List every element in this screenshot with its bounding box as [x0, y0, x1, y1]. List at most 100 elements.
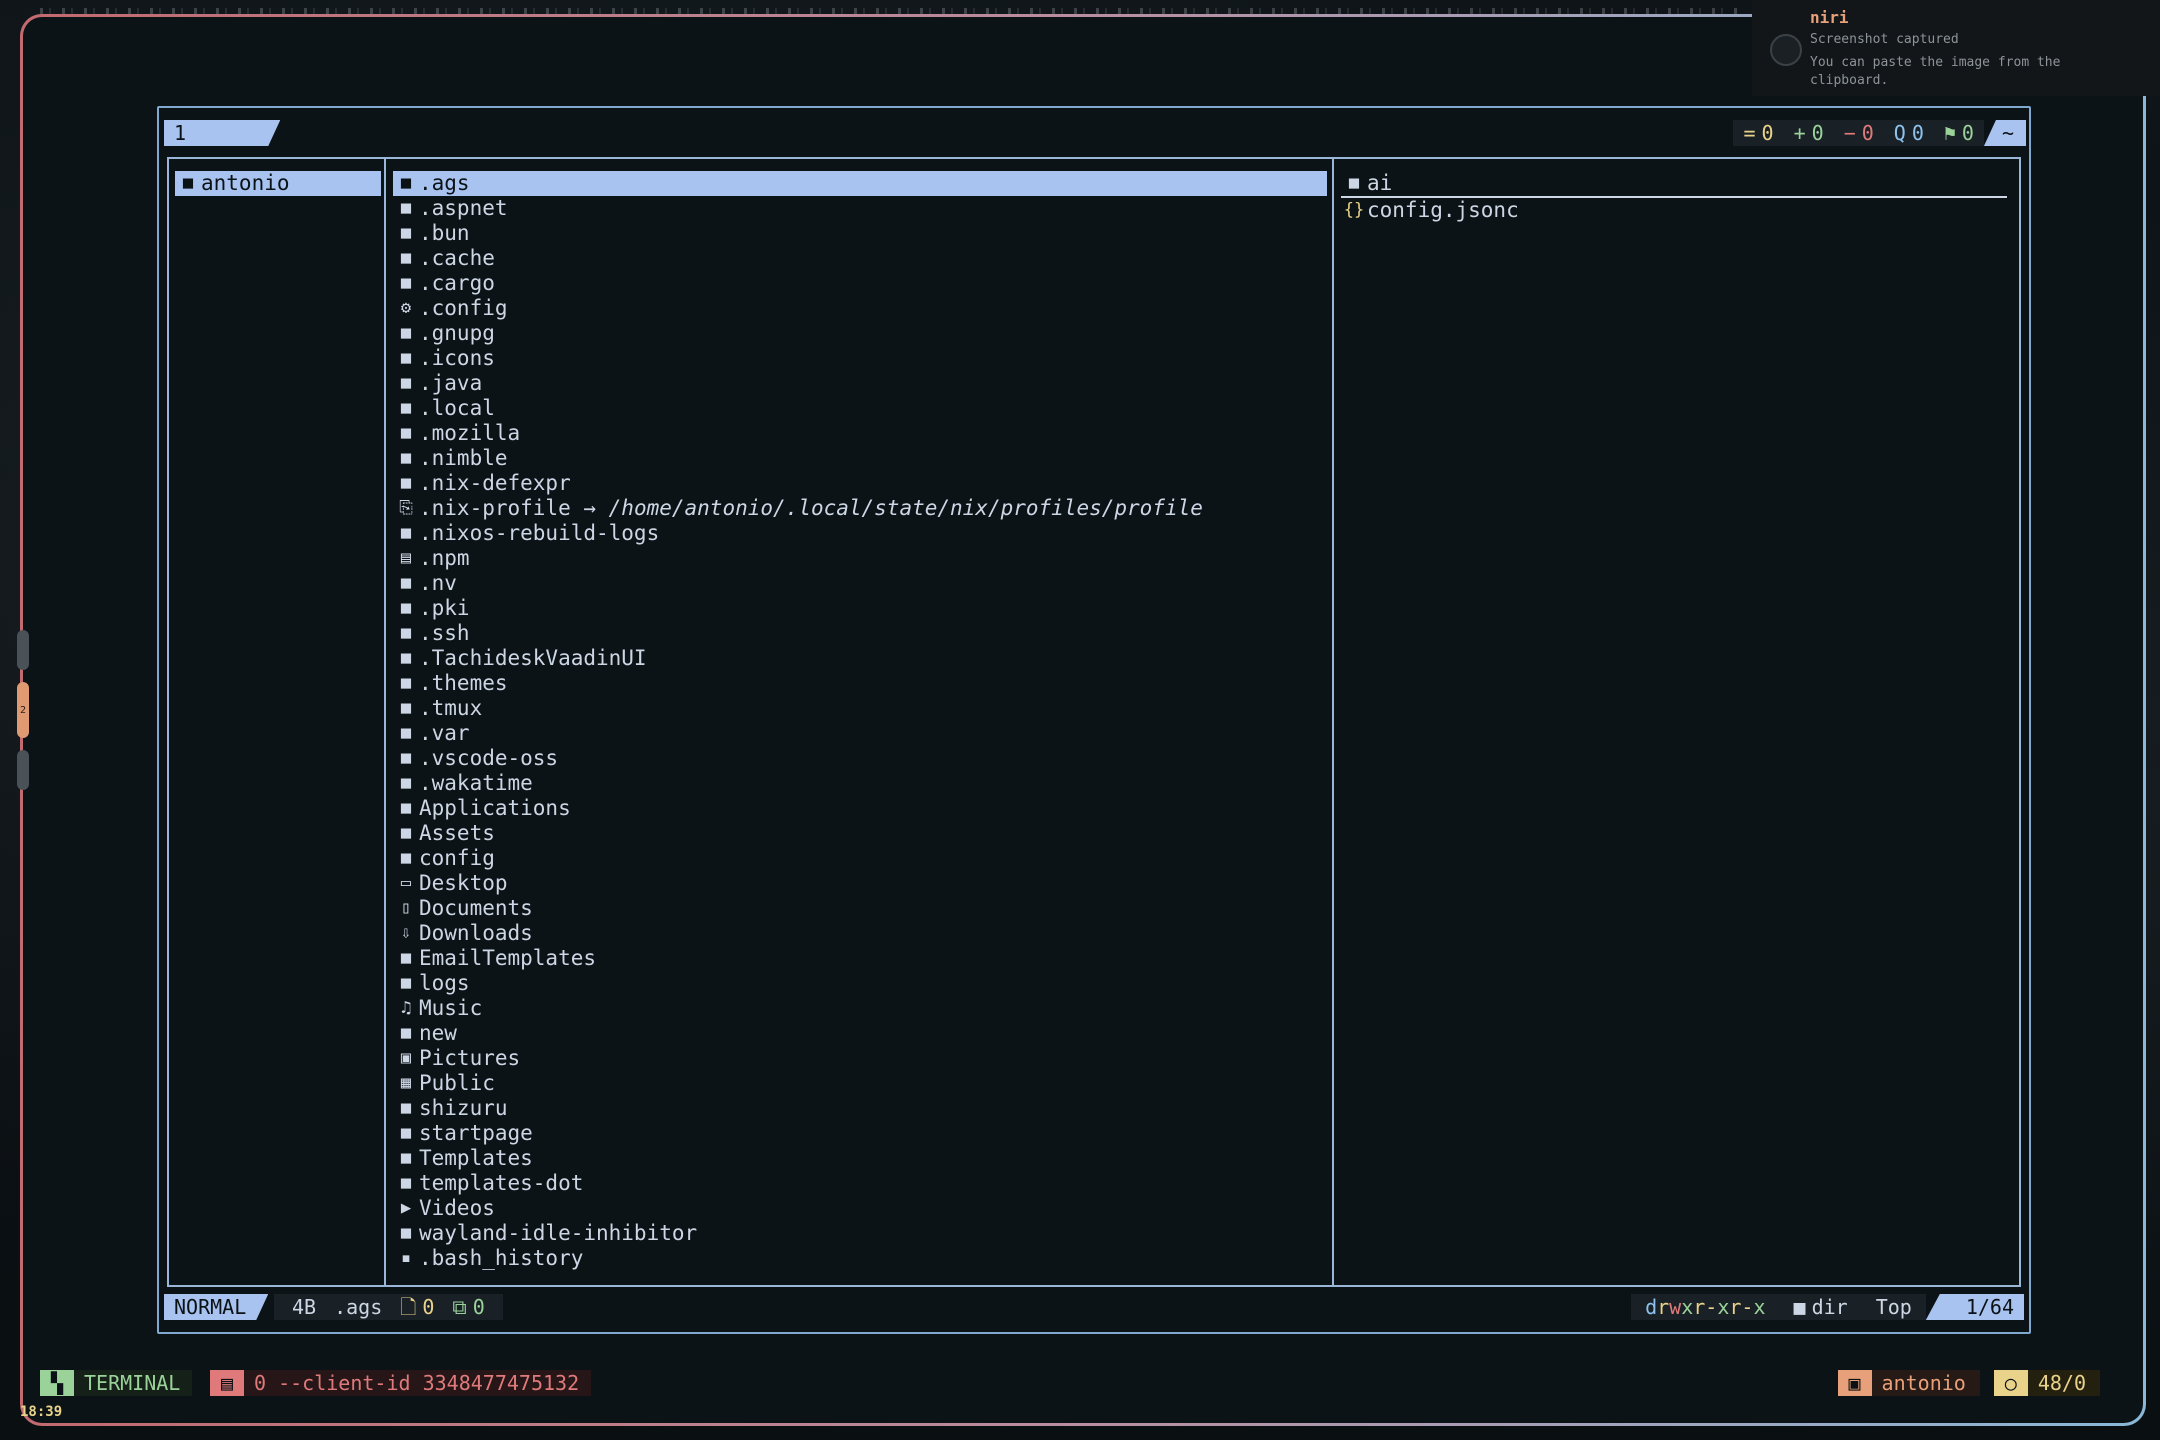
preview-entry[interactable]: {} config.jsonc: [1341, 198, 2007, 223]
file-entry[interactable]: ■ wayland-idle-inhibitor: [393, 1221, 1327, 1246]
file-entry[interactable]: ■ .nv: [393, 571, 1327, 596]
file-entry[interactable]: ▯ Documents: [393, 896, 1327, 921]
file-entry[interactable]: ■ .wakatime: [393, 771, 1327, 796]
panes-container: ■ antonio ■ .ags ■ .aspnet ■ .bun ■ .cache ■ .carg…: [167, 157, 2021, 1287]
file-entry[interactable]: ■ .themes: [393, 671, 1327, 696]
folder-icon: ■: [400, 1098, 412, 1118]
file-entry[interactable]: ■ .cache: [393, 246, 1327, 271]
symlink-arrow: →: [570, 496, 609, 520]
stat-icon: −: [1843, 121, 1856, 145]
folder-icon: ▪: [400, 1248, 412, 1268]
mode-indicator: NORMAL: [164, 1294, 268, 1320]
entry-name: .ssh: [419, 621, 470, 645]
client-label: 0 --client-id 3348477475132: [254, 1371, 580, 1395]
stat-icon: +: [1793, 121, 1806, 145]
entry-name: .nixos-rebuild-logs: [419, 521, 660, 545]
terminal-label: TERMINAL: [84, 1371, 181, 1395]
folder-icon: ■: [400, 748, 412, 768]
file-entry[interactable]: ■ .cargo: [393, 271, 1327, 296]
clock: 18:39: [20, 1404, 63, 1420]
file-entry[interactable]: ■ .mozilla: [393, 421, 1327, 446]
file-entry[interactable]: ■ .gnupg: [393, 321, 1327, 346]
status-right: d r w x r-x r-x ■ dir Top 1/64: [1631, 1294, 2024, 1320]
file-entry[interactable]: ■ .TachideskVaadinUI: [393, 646, 1327, 671]
folder-icon: ■: [400, 848, 412, 868]
circle-icon: ○: [1993, 1370, 2028, 1396]
file-name: .ags: [334, 1295, 383, 1319]
folder-icon: ■: [400, 1173, 412, 1193]
entry-name: .nimble: [419, 446, 508, 470]
entry-name: .cargo: [419, 271, 495, 295]
file-entry[interactable]: ■ Templates: [393, 1146, 1327, 1171]
notification-app-name: niri: [1810, 8, 1849, 27]
file-entry[interactable]: ■ .java: [393, 371, 1327, 396]
file-entry[interactable]: ▪ .bash_history: [393, 1246, 1327, 1271]
file-entry[interactable]: ■ shizuru: [393, 1096, 1327, 1121]
tmux-user: ▣ antonio: [1837, 1370, 1980, 1396]
stat-item: −0: [1833, 120, 1884, 146]
file-entry[interactable]: ■ .local: [393, 396, 1327, 421]
file-entry[interactable]: ▣ Pictures: [393, 1046, 1327, 1071]
scroll-position: Top: [1861, 1294, 1926, 1320]
file-entry[interactable]: ■ logs: [393, 971, 1327, 996]
folder-icon: ▦: [400, 1073, 412, 1093]
tmux-window[interactable]: ▤ 0 --client-id 3348477475132: [210, 1370, 592, 1396]
entry-name: Desktop: [419, 871, 508, 895]
file-entry[interactable]: ■ .pki: [393, 596, 1327, 621]
folder-icon: ■: [400, 198, 412, 218]
file-entry[interactable]: ■ templates-dot: [393, 1171, 1327, 1196]
workspace-2[interactable]: 2: [17, 682, 29, 738]
preview-entry[interactable]: ■ ai: [1341, 171, 2007, 198]
file-entry[interactable]: ■ .vscode-oss: [393, 746, 1327, 771]
file-entry[interactable]: ■ config: [393, 846, 1327, 871]
file-entry[interactable]: ■ Applications: [393, 796, 1327, 821]
folder-icon: ■: [400, 648, 412, 668]
file-entry[interactable]: ▶ Videos: [393, 1196, 1327, 1221]
notification-popup[interactable]: niri Screenshot captured You can paste t…: [1752, 0, 2160, 96]
tab-1[interactable]: 1 antonio: [164, 120, 280, 146]
entry-name: .cache: [419, 246, 495, 270]
file-entry[interactable]: ■ .icons: [393, 346, 1327, 371]
folder-icon: ■: [400, 973, 412, 993]
entry-name: startpage: [419, 1121, 533, 1145]
entry-name: .vscode-oss: [419, 746, 559, 770]
folder-icon: ■: [400, 773, 412, 793]
cursor-position: 1/64: [1925, 1294, 2024, 1320]
tmux-session[interactable]: ▚ TERMINAL: [40, 1370, 193, 1396]
file-entry[interactable]: ■ startpage: [393, 1121, 1327, 1146]
symlink-icon: ⎘: [399, 498, 413, 518]
file-entry[interactable]: ■ .ags: [393, 171, 1327, 196]
file-entry[interactable]: ▭ Desktop: [393, 871, 1327, 896]
file-entry[interactable]: ■ .ssh: [393, 621, 1327, 646]
file-entry[interactable]: ⎘ .nix-profile → /home/antonio/.local/sta…: [393, 496, 1327, 521]
file-entry[interactable]: ▦ Public: [393, 1071, 1327, 1096]
parent-entry[interactable]: ■ antonio: [175, 171, 381, 196]
file-entry[interactable]: ⚙ .config: [393, 296, 1327, 321]
entry-name: .gnupg: [419, 321, 495, 345]
file-entry[interactable]: ■ .nix-defexpr: [393, 471, 1327, 496]
window-icon: ▤: [210, 1370, 244, 1396]
file-entry[interactable]: ⇩ Downloads: [393, 921, 1327, 946]
file-entry[interactable]: ♫ Music: [393, 996, 1327, 1021]
file-entry[interactable]: ■ .var: [393, 721, 1327, 746]
entry-name: .npm: [419, 546, 470, 570]
workspace-3[interactable]: [17, 750, 29, 790]
tmux-load: ○ 48/0: [1993, 1370, 2100, 1396]
file-entry[interactable]: ■ .bun: [393, 221, 1327, 246]
workspace-1[interactable]: [17, 630, 29, 670]
entry-name: Downloads: [419, 921, 533, 945]
file-entry[interactable]: ■ Assets: [393, 821, 1327, 846]
file-entry[interactable]: ■ .tmux: [393, 696, 1327, 721]
file-entry[interactable]: ■ .nimble: [393, 446, 1327, 471]
git-stats: = 0 +0−0 Q 0 ⚑ 0 ~: [1733, 120, 2026, 146]
folder-icon: ■: [400, 1223, 412, 1243]
file-entry[interactable]: ■ new: [393, 1021, 1327, 1046]
file-entry[interactable]: ■ .nixos-rebuild-logs: [393, 521, 1327, 546]
folder-icon: ■: [400, 523, 412, 543]
entry-name: .nv: [419, 571, 457, 595]
file-entry[interactable]: ■ .aspnet: [393, 196, 1327, 221]
file-entry[interactable]: ▤ .npm: [393, 546, 1327, 571]
folder-icon: ⇩: [400, 923, 412, 943]
file-entry[interactable]: ■ EmailTemplates: [393, 946, 1327, 971]
folder-icon: ■: [400, 573, 412, 593]
